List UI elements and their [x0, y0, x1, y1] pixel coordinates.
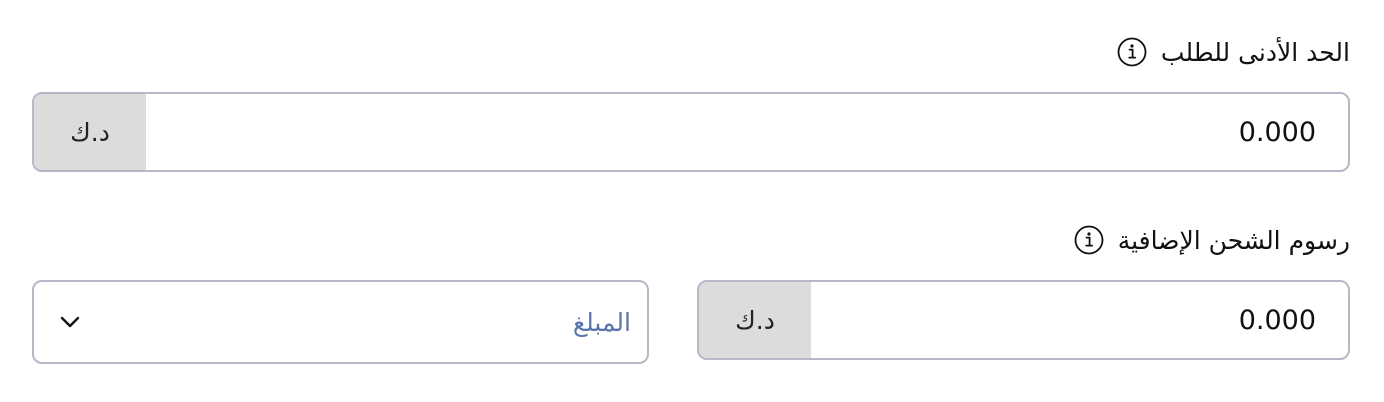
extra-shipping-input[interactable] [811, 282, 1348, 358]
min-order-label-row: الحد الأدنى للطلب [1117, 32, 1350, 72]
currency-addon: د.ك [34, 94, 146, 170]
shipping-type-select[interactable]: المبلغ [32, 280, 649, 364]
shipping-type-selected: المبلغ [572, 307, 631, 337]
min-order-input-group: د.ك [32, 92, 1350, 172]
info-icon[interactable] [1074, 225, 1104, 255]
extra-shipping-label-row: رسوم الشحن الإضافية [1074, 220, 1350, 260]
currency-addon: د.ك [699, 282, 811, 358]
extra-shipping-label: رسوم الشحن الإضافية [1117, 225, 1350, 255]
info-icon[interactable] [1117, 37, 1147, 67]
chevron-down-icon[interactable] [58, 310, 82, 334]
min-order-label: الحد الأدنى للطلب [1160, 37, 1350, 67]
min-order-input[interactable] [146, 94, 1348, 170]
extra-shipping-input-group: د.ك [697, 280, 1350, 360]
